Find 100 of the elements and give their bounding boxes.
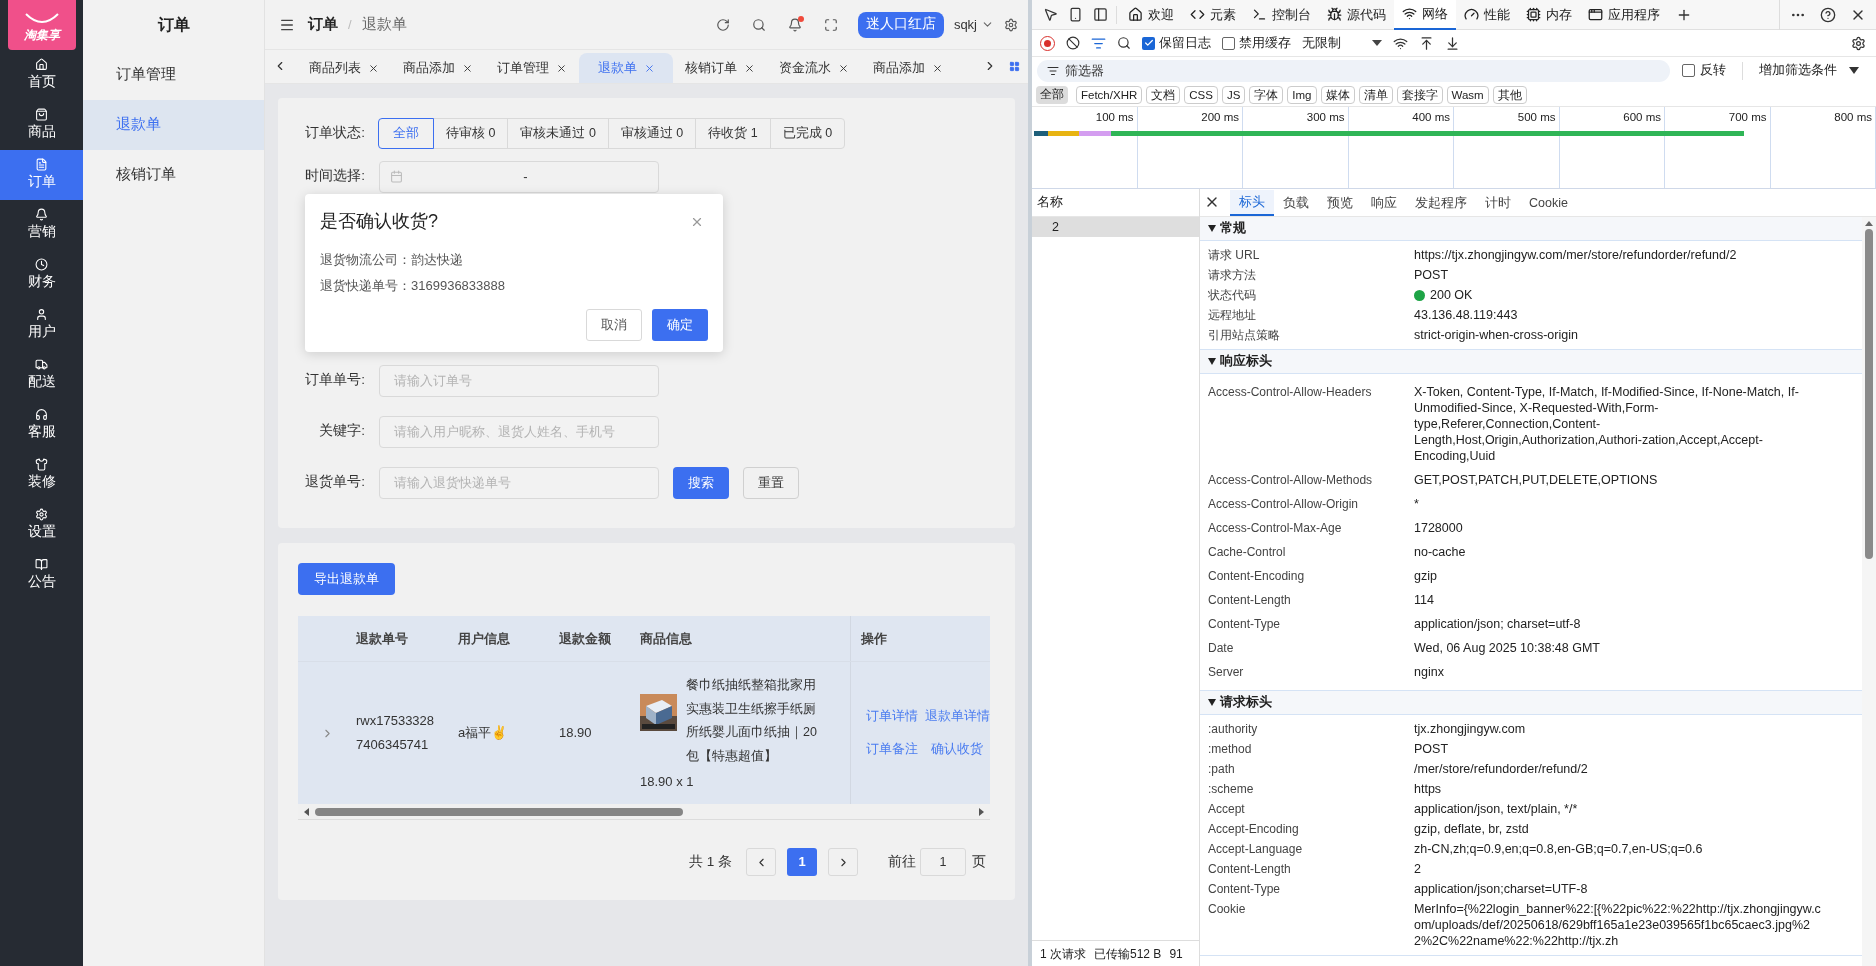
detail-tab[interactable]: 标头 xyxy=(1230,190,1274,216)
type-filter-chip[interactable]: Img xyxy=(1287,86,1317,104)
throttle-dropdown[interactable]: 无限制 xyxy=(1302,33,1341,53)
page-button[interactable]: 1 xyxy=(787,848,817,876)
close-icon[interactable] xyxy=(744,62,755,74)
detail-tab[interactable]: 预览 xyxy=(1318,190,1362,216)
search-icon[interactable] xyxy=(751,17,766,32)
detail-tab[interactable]: 负载 xyxy=(1274,190,1318,216)
devtools-tab[interactable]: 应用程序 xyxy=(1580,0,1668,30)
panel-icon[interactable] xyxy=(1093,7,1108,22)
inspect-icon[interactable] xyxy=(1043,7,1058,22)
page-tab[interactable]: 商品添加 xyxy=(861,53,955,83)
page-tab[interactable]: 商品列表 xyxy=(297,53,391,83)
page-tab[interactable]: 退款单 xyxy=(579,53,673,83)
device-icon[interactable] xyxy=(1068,7,1083,22)
type-filter-chip[interactable]: Fetch/XHR xyxy=(1076,86,1143,104)
clear-icon[interactable] xyxy=(1066,36,1080,50)
nav-item[interactable]: 装修 xyxy=(0,450,83,500)
nav-item[interactable]: 客服 xyxy=(0,400,83,450)
type-filter-chip[interactable]: 全部 xyxy=(1036,86,1068,104)
submenu-item[interactable]: 核销订单 xyxy=(83,150,264,200)
type-filter-chip[interactable]: JS xyxy=(1221,86,1246,104)
vertical-scrollbar[interactable] xyxy=(1862,217,1876,966)
nav-item[interactable]: 营销 xyxy=(0,200,83,250)
dropdown-arrow-icon[interactable] xyxy=(1372,40,1382,46)
nav-item[interactable]: 首页 xyxy=(0,50,83,100)
checkbox[interactable] xyxy=(1142,36,1155,50)
search-icon[interactable] xyxy=(1117,36,1131,50)
store-button[interactable]: 迷人口红店 xyxy=(857,11,944,38)
filter-field[interactable]: 筛选器 xyxy=(1037,59,1670,82)
nav-item[interactable]: 用户 xyxy=(0,300,83,350)
close-icon[interactable] xyxy=(462,62,473,74)
type-filter-chip[interactable]: 文档 xyxy=(1146,86,1181,104)
search-button[interactable]: 搜索 xyxy=(673,466,729,499)
type-filter-chip[interactable]: 套接字 xyxy=(1396,86,1443,104)
nav-item[interactable]: 设置 xyxy=(0,500,83,550)
type-filter-chip[interactable]: 其他 xyxy=(1492,86,1527,104)
checkbox[interactable] xyxy=(1222,36,1235,50)
export-button[interactable]: 导出退款单 xyxy=(298,563,395,595)
user-name[interactable]: sqkj xyxy=(953,14,977,35)
notification-icon[interactable] xyxy=(787,17,802,32)
nav-item[interactable]: 公告 xyxy=(0,550,83,600)
section-header[interactable]: 请求标头 xyxy=(1200,691,1862,715)
breadcrumb-item[interactable]: 订单 xyxy=(308,13,338,36)
filter-icon[interactable] xyxy=(1091,35,1106,51)
timeline-overview[interactable]: 100 ms 200 ms 300 ms 400 ms 500 ms 600 ms 700 ms 800 ms xyxy=(1032,107,1876,189)
type-filter-chip[interactable]: Wasm xyxy=(1446,86,1489,104)
devtools-tab[interactable]: 元素 xyxy=(1182,0,1244,30)
detail-tab[interactable]: 发起程序 xyxy=(1406,190,1476,216)
page-number-field[interactable]: 1 xyxy=(920,848,966,876)
wifi-icon[interactable] xyxy=(1393,35,1408,51)
settings-icon[interactable] xyxy=(1851,35,1866,51)
checkbox[interactable] xyxy=(1682,64,1695,77)
refresh-icon[interactable] xyxy=(715,17,730,32)
status-filter-button[interactable]: 全部 xyxy=(378,117,434,149)
devtools-tab[interactable]: 源代码 xyxy=(1319,0,1394,30)
nav-item[interactable]: 商品 xyxy=(0,100,83,150)
reset-button[interactable]: 重置 xyxy=(743,466,799,499)
section-header[interactable]: 响应标头 xyxy=(1200,350,1862,374)
page-tab[interactable]: 资金流水 xyxy=(767,53,861,83)
submenu-item[interactable]: 订单管理 xyxy=(83,50,264,100)
close-icon[interactable] xyxy=(838,62,849,74)
detail-tab[interactable]: Cookie xyxy=(1520,190,1577,216)
status-filter-button[interactable]: 待收货 1 xyxy=(695,117,771,149)
nav-item[interactable]: 订单 xyxy=(0,150,83,200)
help-icon[interactable] xyxy=(1820,6,1836,23)
grid-icon[interactable] xyxy=(1009,61,1020,72)
nav-item[interactable]: 财务 xyxy=(0,250,83,300)
close-icon[interactable] xyxy=(556,62,567,74)
download-icon[interactable] xyxy=(1445,35,1460,51)
devtools-tab[interactable]: 欢迎 xyxy=(1120,0,1182,30)
page-tab[interactable]: 商品添加 xyxy=(391,53,485,83)
devtools-tab[interactable]: 性能 xyxy=(1456,0,1518,30)
request-row[interactable]: 2 xyxy=(1032,217,1199,237)
page-tab[interactable]: 订单管理 xyxy=(485,53,579,83)
status-filter-button[interactable]: 审核未通过 0 xyxy=(507,117,609,149)
devtools-tab[interactable]: 网络 xyxy=(1394,0,1456,30)
detail-tab[interactable]: 计时 xyxy=(1476,190,1520,216)
settings-icon[interactable] xyxy=(1004,17,1018,32)
close-icon[interactable] xyxy=(368,62,379,74)
fullscreen-icon[interactable] xyxy=(823,17,838,32)
devtools-tab[interactable]: 控制台 xyxy=(1244,0,1319,30)
type-filter-chip[interactable]: 清单 xyxy=(1358,86,1393,104)
detail-tab[interactable]: 响应 xyxy=(1362,190,1406,216)
close-icon[interactable] xyxy=(932,62,943,74)
nav-item[interactable]: 配送 xyxy=(0,350,83,400)
status-filter-button[interactable]: 待审核 0 xyxy=(433,117,509,149)
submenu-item[interactable]: 退款单 xyxy=(83,100,264,150)
cancel-button[interactable]: 取消 xyxy=(586,309,642,341)
page-tab[interactable]: 核销订单 xyxy=(673,53,767,83)
upload-icon[interactable] xyxy=(1419,35,1434,51)
more-filters-dropdown[interactable]: 增加筛选条件 xyxy=(1759,61,1837,80)
type-filter-chip[interactable]: CSS xyxy=(1184,86,1218,104)
dropdown-arrow-icon[interactable] xyxy=(1849,67,1859,74)
type-filter-chip[interactable]: 媒体 xyxy=(1320,86,1355,104)
confirm-button[interactable]: 确定 xyxy=(652,309,708,341)
section-header[interactable]: 常规 xyxy=(1200,217,1862,241)
devtools-tab[interactable]: 内存 xyxy=(1518,0,1580,30)
status-filter-button[interactable]: 已完成 0 xyxy=(769,117,846,149)
date-range-field[interactable]: - xyxy=(379,160,659,193)
